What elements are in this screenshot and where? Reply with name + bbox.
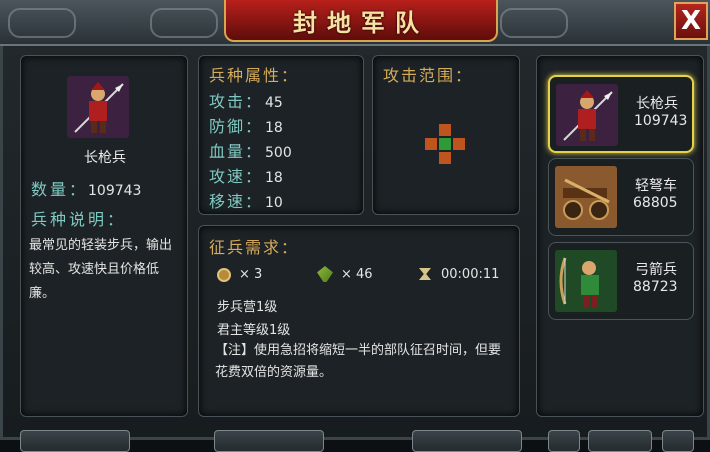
close-button[interactable]: X (674, 2, 708, 40)
stat-move-speed: 移速： 10 (209, 188, 283, 212)
bottom-button-2[interactable] (214, 430, 324, 452)
attributes-title: 兵种属性： (209, 66, 300, 85)
unit-card-name: 轻弩车 (635, 178, 677, 194)
stat-defense: 防御： 18 (209, 113, 283, 137)
unit-card-spearman[interactable]: 长枪兵 109743 (548, 75, 694, 153)
stat-label: 攻击： (209, 92, 264, 111)
stat-value: 500 (265, 145, 292, 161)
attack-range-panel: 攻击范围： (372, 55, 520, 215)
scroll-down-button[interactable] (662, 430, 694, 452)
unit-count: 数量：109743 (31, 176, 141, 200)
requirements-panel: 征兵需求： × 3 × 46 00:00:11 步兵营1级 君主等级1级 【注】… (198, 225, 520, 417)
crossbow-cart-icon (555, 166, 617, 228)
range-grid-icon (425, 124, 465, 164)
unit-card-portrait (555, 166, 617, 228)
unit-card-portrait (556, 84, 618, 146)
description-title: 兵种说明： (31, 210, 127, 229)
stat-attack: 攻击： 45 (209, 88, 283, 112)
grain-cost: × 46 (341, 267, 373, 282)
stat-attack-speed: 攻速： 18 (209, 163, 283, 187)
requirement-building: 步兵营1级 (217, 300, 278, 315)
stat-hp: 血量： 500 (209, 138, 292, 162)
unit-info-panel: 长枪兵 数量：109743 兵种说明： 最常见的轻装步兵，输出较高、攻速快且价格… (20, 55, 188, 417)
page-indicator (588, 430, 652, 452)
left-cloud-ornament-icon (150, 8, 218, 38)
unit-portrait (67, 76, 129, 138)
stat-value: 18 (265, 120, 283, 136)
attributes-panel: 兵种属性： 攻击： 45 防御： 18 血量： 500 攻速： 18 移速： 10 (198, 55, 364, 215)
description-text: 最常见的轻装步兵，输出较高、攻速快且价格低廉。 (29, 238, 173, 301)
coin-cost: × 3 (239, 267, 263, 282)
requirements-title: 征兵需求： (209, 238, 300, 257)
close-icon: X (680, 6, 702, 36)
stat-value: 45 (265, 95, 283, 111)
stat-label: 防御： (209, 117, 264, 136)
unit-card-count: 88723 (633, 279, 678, 295)
left-ornament-icon (8, 8, 76, 38)
unit-name: 长枪兵 (84, 150, 126, 166)
top-bar: 封地军队 X (0, 0, 710, 46)
hourglass-icon (419, 268, 431, 280)
count-value: 109743 (88, 183, 142, 199)
unit-card-portrait (555, 250, 617, 312)
unit-card-name: 弓箭兵 (635, 262, 677, 278)
coin-icon (217, 268, 231, 282)
bottom-button-1[interactable] (20, 430, 130, 452)
unit-card-archer[interactable]: 弓箭兵 88723 (548, 242, 694, 320)
unit-card-name: 长枪兵 (636, 96, 678, 112)
unit-card-count: 68805 (633, 195, 678, 211)
spearman-icon (67, 76, 129, 138)
stat-value: 18 (265, 170, 283, 186)
window-title: 封地军队 (293, 7, 429, 37)
title-plate: 封地军队 (224, 0, 498, 42)
stat-label: 攻速： (209, 167, 264, 186)
spearman-icon (556, 84, 618, 146)
stat-label: 血量： (209, 142, 264, 161)
requirement-note: 【注】使用急招将缩短一半的部队征召时间，但要花费双倍的资源量。 (215, 343, 502, 380)
bottom-button-3[interactable] (412, 430, 522, 452)
range-title: 攻击范围： (383, 66, 474, 85)
right-cloud-ornament-icon (500, 8, 568, 38)
archer-icon (555, 250, 617, 312)
requirement-level: 君主等级1级 (217, 323, 291, 338)
stat-value: 10 (265, 195, 283, 211)
unit-card-count: 109743 (634, 113, 688, 129)
recruit-time: 00:00:11 (441, 267, 500, 282)
unit-card-crossbow-cart[interactable]: 轻弩车 68805 (548, 158, 694, 236)
scroll-up-button[interactable] (548, 430, 580, 452)
grain-icon (317, 266, 333, 282)
stat-label: 移速： (209, 192, 264, 211)
count-label: 数量： (31, 180, 89, 199)
